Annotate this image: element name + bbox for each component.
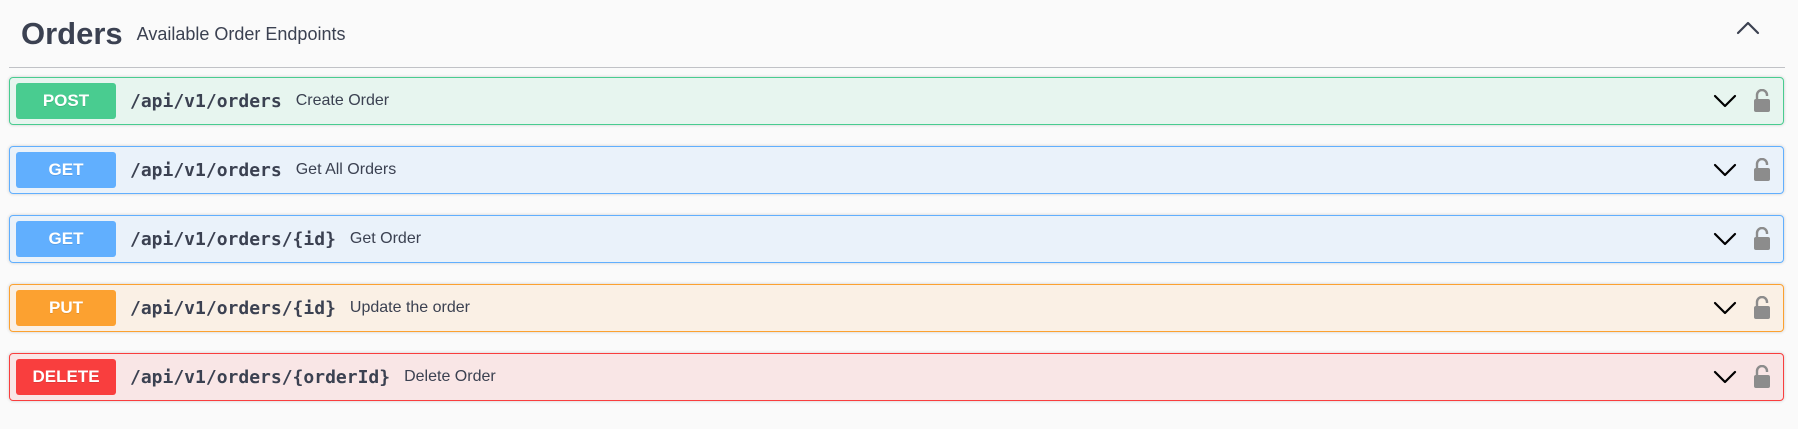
operation-path: /api/v1/orders [130, 90, 282, 112]
operation-summary: Update the order [349, 299, 470, 316]
unlocked-lock-icon [1754, 158, 1770, 181]
authorize-button[interactable] [1751, 226, 1773, 252]
authorize-button[interactable] [1751, 88, 1773, 114]
operation-put-order[interactable]: PUT /api/v1/orders/{id} Update the order [9, 284, 1784, 332]
authorize-button[interactable] [1751, 364, 1773, 390]
operation-get-all-orders[interactable]: GET /api/v1/orders Get All Orders [9, 146, 1784, 194]
tag-title: Orders [21, 15, 123, 51]
collapse-toggle-button[interactable] [1733, 18, 1763, 38]
operation-get-order[interactable]: GET /api/v1/orders/{id} Get Order [9, 215, 1784, 263]
orders-tag-section: Orders Available Order Endpoints POST /a… [0, 0, 1798, 429]
expand-operation-button[interactable] [1711, 91, 1739, 111]
chevron-down-icon [1713, 163, 1737, 177]
expand-operation-button[interactable] [1711, 229, 1739, 249]
tag-description: Available Order Endpoints [136, 24, 346, 44]
unlocked-lock-icon [1754, 296, 1770, 319]
operation-summary: Get Order [349, 230, 422, 247]
method-badge: DELETE [16, 359, 116, 395]
authorize-button[interactable] [1751, 295, 1773, 321]
operation-post-orders[interactable]: POST /api/v1/orders Create Order [9, 77, 1784, 125]
operation-path: /api/v1/orders/{id} [130, 228, 336, 250]
unlocked-lock-icon [1754, 227, 1770, 250]
method-badge: PUT [16, 290, 116, 326]
expand-operation-button[interactable] [1711, 367, 1739, 387]
operation-summary: Delete Order [404, 368, 496, 385]
chevron-down-icon [1713, 94, 1737, 108]
authorize-button[interactable] [1751, 157, 1773, 183]
chevron-down-icon [1713, 370, 1737, 384]
method-badge: GET [16, 152, 116, 188]
unlocked-lock-icon [1754, 89, 1770, 112]
operation-path: /api/v1/orders/{orderId} [130, 366, 391, 388]
orders-tag-header[interactable]: Orders Available Order Endpoints [9, 0, 1785, 68]
chevron-down-icon [1713, 301, 1737, 315]
operation-summary: Get All Orders [295, 161, 397, 178]
operation-delete-order[interactable]: DELETE /api/v1/orders/{orderId} Delete O… [9, 353, 1784, 401]
operation-path: /api/v1/orders [130, 159, 282, 181]
method-badge: GET [16, 221, 116, 257]
operation-summary: Create Order [295, 92, 390, 109]
expand-operation-button[interactable] [1711, 298, 1739, 318]
unlocked-lock-icon [1754, 365, 1770, 388]
operation-path: /api/v1/orders/{id} [130, 297, 336, 319]
chevron-up-icon [1736, 21, 1760, 35]
method-badge: POST [16, 83, 116, 119]
expand-operation-button[interactable] [1711, 160, 1739, 180]
chevron-down-icon [1713, 232, 1737, 246]
